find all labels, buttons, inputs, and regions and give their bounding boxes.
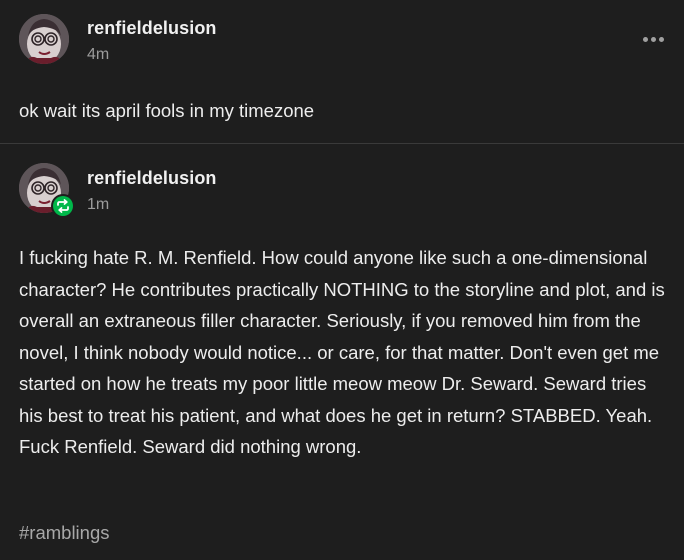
username[interactable]: renfieldelusion [87, 168, 217, 189]
post-body: I fucking hate R. M. Renfield. How could… [19, 247, 665, 457]
post-tag[interactable]: #ramblings [19, 522, 110, 544]
post-timestamp[interactable]: 1m [87, 196, 109, 214]
more-options-button[interactable] [638, 30, 670, 50]
post-body: ok wait its april fools in my timezone [19, 100, 315, 121]
avatar[interactable] [19, 14, 69, 64]
post-timestamp[interactable]: 4m [87, 46, 109, 64]
post-original: renfieldelusion 4m ok wait its april foo… [0, 0, 684, 143]
reblog-icon [57, 199, 69, 213]
username[interactable]: renfieldelusion [87, 18, 217, 39]
post-reblog: renfieldelusion 1m I fucking hate R. M. … [0, 144, 684, 560]
reblog-badge [51, 194, 75, 218]
